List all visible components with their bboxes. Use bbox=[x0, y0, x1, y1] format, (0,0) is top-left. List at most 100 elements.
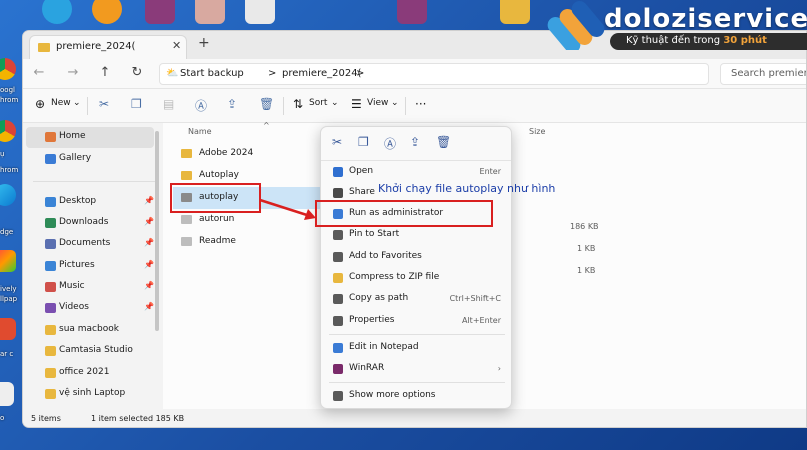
column-header-size[interactable]: Size bbox=[529, 127, 545, 136]
nav-item-music[interactable]: Music 📌 bbox=[26, 277, 154, 298]
file-size: 186 KB bbox=[570, 222, 599, 231]
nav-item-downloads[interactable]: Downloads 📌 bbox=[26, 213, 154, 234]
rename-icon[interactable]: Ⓐ bbox=[195, 97, 207, 114]
winrar-icon[interactable] bbox=[145, 0, 175, 24]
breadcrumb-current[interactable]: premiere_2024( bbox=[282, 68, 361, 79]
pin-icon[interactable]: 📌 bbox=[144, 302, 154, 311]
column-header-name[interactable]: Name bbox=[188, 127, 212, 136]
copy-path-icon bbox=[333, 294, 343, 304]
nav-item-gallery[interactable]: Gallery bbox=[26, 149, 154, 170]
menu-item-label: Share bbox=[349, 187, 375, 197]
back-icon[interactable]: ← bbox=[31, 65, 47, 80]
chevron-down-icon[interactable]: ⌄ bbox=[391, 98, 399, 108]
nav-item-pictures[interactable]: Pictures 📌 bbox=[26, 256, 154, 277]
menu-item-label: Open bbox=[349, 166, 374, 176]
menu-item-open[interactable]: Open Enter bbox=[321, 162, 511, 183]
close-icon[interactable]: ✕ bbox=[172, 39, 181, 52]
menu-item-winrar[interactable]: WinRAR › bbox=[321, 359, 511, 380]
search-input[interactable]: Search premiere_20 bbox=[720, 63, 806, 85]
gallery-icon bbox=[45, 154, 56, 164]
menu-item-add-to-favorites[interactable]: Add to Favorites bbox=[321, 247, 511, 268]
nav-item-videos[interactable]: Videos 📌 bbox=[26, 298, 154, 319]
pin-icon[interactable]: 📌 bbox=[144, 260, 154, 269]
annotation-note: Khởi chạy file autoplay như hình bbox=[378, 182, 556, 195]
folder-icon[interactable] bbox=[500, 0, 530, 24]
address-bar[interactable]: ⛅ Start backup > premiere_2024( > bbox=[159, 63, 709, 85]
menu-item-pin-to-start[interactable]: Pin to Start bbox=[321, 225, 511, 246]
folder-icon bbox=[45, 325, 56, 335]
nav-item-documents[interactable]: Documents 📌 bbox=[26, 234, 154, 255]
nav-label: Desktop bbox=[59, 196, 97, 206]
sort-button[interactable]: Sort bbox=[309, 98, 327, 108]
more-icon[interactable]: ··· bbox=[415, 97, 426, 111]
new-tab-button[interactable]: + bbox=[198, 35, 210, 51]
menu-item-label: Show more options bbox=[349, 390, 436, 400]
share-icon bbox=[333, 188, 343, 198]
highlight-box-menu-item bbox=[315, 200, 493, 227]
divider bbox=[329, 382, 505, 383]
copy-icon[interactable]: ❐ bbox=[131, 97, 142, 111]
winrar-icon[interactable] bbox=[397, 0, 427, 24]
menu-item-edit-in-notepad[interactable]: Edit in Notepad bbox=[321, 338, 511, 359]
cut-icon[interactable]: ✂ bbox=[332, 135, 342, 149]
pin-icon[interactable]: 📌 bbox=[144, 217, 154, 226]
app-icon[interactable] bbox=[0, 318, 16, 340]
nav-item-office[interactable]: office 2021 bbox=[26, 363, 154, 384]
winrar-icon bbox=[333, 364, 343, 374]
pin-icon[interactable]: 📌 bbox=[144, 281, 154, 290]
wrench-icon bbox=[333, 316, 343, 326]
nav-label: Camtasia Studio bbox=[59, 345, 133, 355]
search-placeholder: Search premiere_20 bbox=[731, 68, 806, 79]
nav-item-camtasia[interactable]: Camtasia Studio bbox=[26, 341, 154, 362]
settings-file-icon bbox=[181, 215, 192, 224]
pin-icon[interactable]: 📌 bbox=[144, 196, 154, 205]
refresh-icon[interactable]: ↻ bbox=[129, 65, 145, 80]
desktop-label: ively bbox=[0, 285, 17, 293]
divider bbox=[283, 97, 284, 115]
breadcrumb-start-backup[interactable]: Start backup bbox=[180, 68, 244, 79]
share-icon[interactable]: ⇪ bbox=[410, 135, 420, 149]
nav-item-sua-macbook[interactable]: sua macbook bbox=[26, 320, 154, 341]
nav-item-home[interactable]: Home bbox=[26, 127, 154, 148]
videos-icon bbox=[45, 303, 56, 313]
menu-item-label: Copy as path bbox=[349, 293, 409, 303]
chevron-down-icon[interactable]: ⌄ bbox=[331, 98, 339, 108]
delete-icon[interactable]: 🗑 bbox=[436, 135, 451, 149]
rename-icon[interactable]: Ⓐ bbox=[384, 135, 396, 152]
menu-item-properties[interactable]: Properties Alt+Enter bbox=[321, 311, 511, 332]
menu-item-label: Add to Favorites bbox=[349, 251, 422, 261]
sort-icon: ⇅ bbox=[293, 97, 304, 111]
chevron-down-icon[interactable]: ⌄ bbox=[73, 98, 81, 108]
folder-icon bbox=[45, 389, 56, 399]
document-icon[interactable] bbox=[0, 382, 14, 406]
cut-icon[interactable]: ✂ bbox=[99, 97, 109, 111]
menu-shortcut: Ctrl+Shift+C bbox=[449, 294, 501, 303]
menu-item-show-more-options[interactable]: Show more options bbox=[321, 386, 511, 407]
photo-icon[interactable] bbox=[195, 0, 225, 24]
pin-icon[interactable]: 📌 bbox=[144, 238, 154, 247]
chevron-up-icon[interactable]: ^ bbox=[263, 121, 270, 130]
forward-icon[interactable]: → bbox=[65, 65, 81, 80]
delete-icon[interactable]: 🗑 bbox=[259, 97, 274, 111]
share-icon[interactable]: ⇪ bbox=[227, 97, 237, 111]
lively-icon[interactable] bbox=[0, 250, 16, 272]
scrollbar[interactable] bbox=[155, 131, 159, 331]
menu-item-label: Compress to ZIP file bbox=[349, 272, 440, 282]
paste-icon[interactable]: ▤ bbox=[163, 97, 174, 111]
view-button[interactable]: View bbox=[367, 98, 388, 108]
nav-label: sua macbook bbox=[59, 324, 119, 334]
tab-premiere[interactable]: premiere_2024( ✕ bbox=[29, 35, 187, 59]
new-button[interactable]: New bbox=[51, 98, 71, 108]
copy-icon[interactable]: ❐ bbox=[358, 135, 369, 149]
up-icon[interactable]: ↑ bbox=[97, 65, 113, 80]
desktop-label: hrom bbox=[0, 166, 19, 174]
menu-item-compress-zip[interactable]: Compress to ZIP file bbox=[321, 268, 511, 289]
menu-item-copy-as-path[interactable]: Copy as path Ctrl+Shift+C bbox=[321, 289, 511, 310]
nav-item-ve-sinh[interactable]: vệ sinh Laptop bbox=[26, 384, 154, 405]
document-icon[interactable] bbox=[245, 0, 275, 24]
tab-title: premiere_2024( bbox=[56, 41, 136, 52]
chevron-right-icon: > bbox=[356, 68, 365, 79]
nav-item-desktop[interactable]: Desktop 📌 bbox=[26, 192, 154, 213]
command-bar: ⊕ New ⌄ ✂ ❐ ▤ Ⓐ ⇪ 🗑 ⇅ Sort ⌄ ☰ View ⌄ ··… bbox=[23, 89, 806, 123]
nav-label: vệ sinh Laptop bbox=[59, 388, 126, 398]
